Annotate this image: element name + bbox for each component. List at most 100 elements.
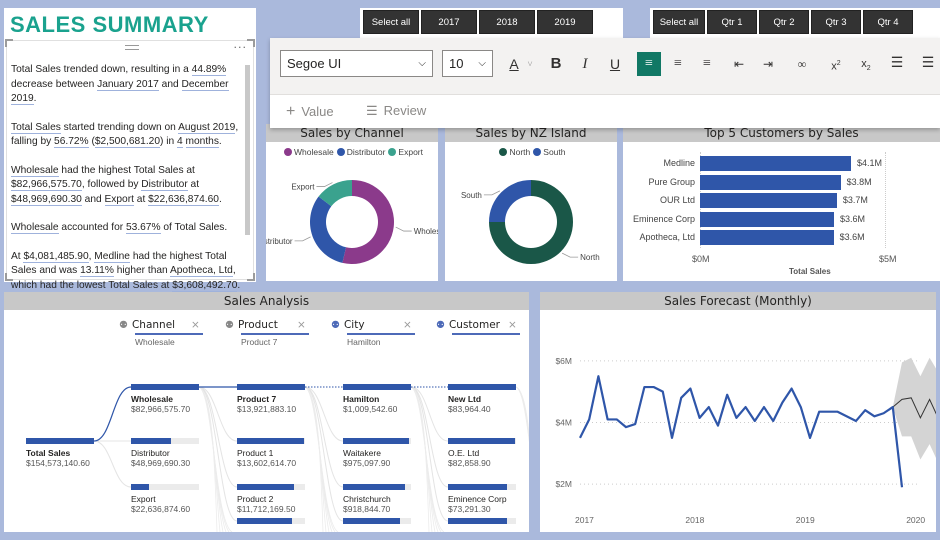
dynamic-value[interactable]: August 2019 bbox=[178, 121, 236, 134]
underline-icon[interactable]: U bbox=[603, 52, 627, 76]
align-left-icon[interactable]: ≡ bbox=[637, 52, 661, 76]
dynamic-value[interactable]: Total Sales bbox=[11, 121, 61, 134]
level-header-customer[interactable]: ⚉ Customer × bbox=[436, 319, 520, 335]
close-icon[interactable]: × bbox=[508, 319, 517, 331]
bar-row[interactable]: Medline $4.1M bbox=[623, 156, 940, 172]
superscript-icon[interactable]: x2 bbox=[824, 52, 848, 76]
link-icon[interactable]: ∞ bbox=[790, 52, 814, 76]
dynamic-value[interactable]: Wholesale bbox=[11, 164, 59, 177]
tree-node[interactable]: Wholesale $82,966,575.70 bbox=[131, 384, 199, 414]
numbered-list-icon[interactable]: ☰ bbox=[916, 52, 940, 76]
dynamic-value[interactable]: Medline bbox=[94, 250, 130, 263]
bold-icon[interactable]: B bbox=[544, 52, 568, 76]
align-center-icon[interactable]: ≡ bbox=[666, 52, 690, 76]
slicer-option-qtr-2[interactable]: Qtr 2 bbox=[759, 10, 809, 34]
add-value-button[interactable]: + Value bbox=[286, 103, 334, 121]
dynamic-value[interactable]: $22,636,874.60 bbox=[148, 193, 219, 206]
scrollbar[interactable] bbox=[245, 65, 250, 235]
tree-node[interactable] bbox=[237, 518, 305, 524]
review-button[interactable]: ☰ Review bbox=[366, 103, 426, 119]
legend-item[interactable]: Distributor bbox=[334, 147, 385, 157]
tree-node[interactable] bbox=[343, 518, 411, 524]
dynamic-value[interactable]: Export bbox=[104, 193, 134, 206]
slicer-option-2018[interactable]: 2018 bbox=[479, 10, 535, 34]
tree-node[interactable]: Eminence Corp $73,291.30 bbox=[448, 484, 516, 514]
dynamic-value[interactable]: 4 bbox=[176, 136, 183, 148]
bar[interactable] bbox=[700, 156, 851, 171]
tree-node[interactable]: Product 7 $13,921,883.10 bbox=[237, 384, 305, 414]
dynamic-value[interactable]: Wholesale bbox=[11, 222, 59, 234]
level-header-channel[interactable]: ⚉ Channel × bbox=[119, 319, 203, 335]
tree-node[interactable] bbox=[448, 518, 516, 524]
dynamic-value[interactable]: months bbox=[185, 136, 219, 148]
tree-node[interactable]: Export $22,636,874.60 bbox=[131, 484, 199, 514]
tree-node[interactable]: Product 1 $13,602,614.70 bbox=[237, 438, 305, 468]
bar-row[interactable]: Eminence Corp $3.6M bbox=[623, 211, 940, 228]
subscript-icon[interactable]: x2 bbox=[854, 52, 878, 76]
level-header-product[interactable]: ⚉ Product × bbox=[225, 319, 309, 335]
bar-row[interactable]: OUR Ltd $3.7M bbox=[623, 193, 940, 209]
slicer-option-select-all[interactable]: Select all bbox=[363, 10, 419, 34]
bar-row[interactable]: Pure Group $3.8M bbox=[623, 174, 940, 191]
tree-node[interactable]: Christchurch $918,844.70 bbox=[343, 484, 411, 514]
dynamic-value[interactable]: $82,966,575.70 bbox=[11, 179, 82, 191]
bar[interactable] bbox=[700, 211, 834, 227]
outdent-icon[interactable]: ⇤ bbox=[727, 52, 751, 76]
dynamic-value[interactable]: Distributor bbox=[141, 179, 188, 191]
close-icon[interactable]: × bbox=[297, 319, 306, 331]
dynamic-value[interactable]: 44.89% bbox=[191, 64, 227, 76]
bullet-list-icon[interactable]: ☰ bbox=[885, 52, 909, 76]
dynamic-value[interactable]: $4,081,485.90 bbox=[23, 250, 89, 263]
tree-node[interactable]: Product 2 $11,712,169.50 bbox=[237, 484, 305, 514]
donut-slice-south[interactable] bbox=[489, 180, 531, 222]
bar[interactable] bbox=[700, 230, 834, 245]
actual-sales-line[interactable] bbox=[579, 375, 904, 488]
legend-item[interactable]: Export bbox=[385, 147, 423, 157]
donut-slice-distributor[interactable] bbox=[310, 196, 347, 263]
drag-handle-icon[interactable] bbox=[125, 45, 139, 50]
italic-icon[interactable]: I bbox=[573, 52, 597, 76]
tree-node[interactable]: Distributor $48,969,690.30 bbox=[131, 438, 199, 468]
slicer-option-2017[interactable]: 2017 bbox=[421, 10, 477, 34]
ellipsis-icon[interactable]: ··· bbox=[234, 41, 248, 54]
tree-node[interactable]: New Ltd $83,964.40 bbox=[448, 384, 516, 414]
close-icon[interactable]: × bbox=[191, 319, 200, 331]
tree-root-node[interactable]: Total Sales $154,573,140.60 bbox=[26, 438, 94, 468]
lightbulb-icon[interactable]: ⚉ bbox=[119, 320, 128, 331]
chevron-down-icon[interactable]: ˅ bbox=[518, 52, 542, 76]
tree-node[interactable]: Hamilton $1,009,542.60 bbox=[343, 384, 411, 414]
tree-node[interactable]: O.E. Ltd $82,858.90 bbox=[448, 438, 516, 468]
dynamic-value[interactable]: $48,969,690.30 bbox=[11, 193, 82, 206]
dynamic-value[interactable]: $3,608,492.70 bbox=[172, 279, 238, 292]
font-family-select[interactable]: Segoe UI ⌵ bbox=[280, 50, 433, 77]
resize-handle[interactable] bbox=[5, 39, 13, 47]
resize-handle[interactable] bbox=[247, 39, 255, 47]
slicer-option-qtr-1[interactable]: Qtr 1 bbox=[707, 10, 757, 34]
slicer-option-select-all[interactable]: Select all bbox=[653, 10, 705, 34]
bar-row[interactable]: Apotheca, Ltd $3.6M bbox=[623, 230, 940, 246]
align-right-icon[interactable]: ≡ bbox=[695, 52, 719, 76]
legend-item[interactable]: Wholesale bbox=[281, 147, 334, 157]
slicer-option-qtr-4[interactable]: Qtr 4 bbox=[863, 10, 913, 34]
smart-narrative-box[interactable]: ··· Total Sales trended down, resulting … bbox=[5, 39, 255, 292]
dynamic-value[interactable]: January 2017 bbox=[97, 78, 159, 91]
lightbulb-icon[interactable]: ⚉ bbox=[225, 320, 234, 331]
lightbulb-icon[interactable]: ⚉ bbox=[436, 320, 445, 331]
bar[interactable] bbox=[700, 193, 837, 208]
legend-item[interactable]: North bbox=[496, 147, 530, 157]
lightbulb-icon[interactable]: ⚉ bbox=[331, 320, 340, 331]
slicer-option-qtr-3[interactable]: Qtr 3 bbox=[811, 10, 861, 34]
dynamic-value[interactable]: 56.72% bbox=[54, 136, 89, 148]
slicer-option-2019[interactable]: 2019 bbox=[537, 10, 593, 34]
close-icon[interactable]: × bbox=[403, 319, 412, 331]
dynamic-value[interactable]: Apotheca, Ltd bbox=[169, 265, 233, 277]
level-header-city[interactable]: ⚉ City × bbox=[331, 319, 415, 335]
bar[interactable] bbox=[700, 174, 841, 190]
dynamic-value[interactable]: $2,500,681.20 bbox=[94, 136, 160, 148]
dynamic-value[interactable]: 13.11% bbox=[80, 265, 114, 277]
dynamic-value[interactable]: 53.67% bbox=[125, 222, 161, 234]
tree-node[interactable]: Waitakere $975,097.90 bbox=[343, 438, 411, 468]
legend-item[interactable]: South bbox=[530, 147, 566, 157]
font-size-select[interactable]: 10 ⌵ bbox=[442, 50, 493, 77]
indent-icon[interactable]: ⇥ bbox=[756, 52, 780, 76]
